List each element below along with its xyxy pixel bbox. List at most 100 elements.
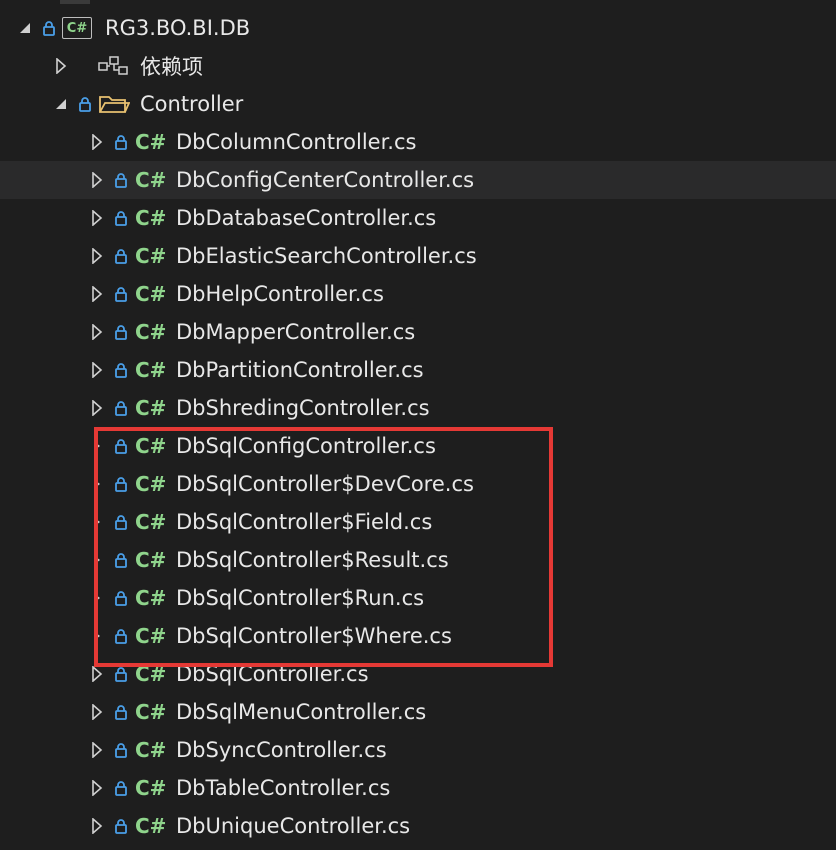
dependencies-icon [96, 47, 130, 85]
csharp-file-icon: C# [135, 510, 167, 534]
collapsed-arrow-icon[interactable] [88, 655, 106, 693]
csharp-project-icon: C# [62, 17, 92, 39]
file-item[interactable]: C# DbSqlController$Result.cs [0, 541, 836, 579]
lock-icon [114, 769, 128, 807]
file-item[interactable]: C# DbSqlController$Field.cs [0, 503, 836, 541]
small-arrow-icon[interactable] [94, 427, 102, 465]
csharp-file-icon: C# [135, 320, 167, 344]
file-item[interactable]: C# DbColumnController.cs [0, 123, 836, 161]
file-name: DbSqlMenuController.cs [176, 700, 427, 724]
lock-icon [114, 465, 128, 503]
file-name: DbMapperController.cs [176, 320, 416, 344]
csharp-file-icon: C# [135, 168, 167, 192]
file-name: DbSqlController.cs [176, 662, 369, 686]
csharp-file-icon: C# [135, 244, 167, 268]
file-name: DbPartitionController.cs [176, 358, 424, 382]
csharp-file-icon: C# [135, 586, 167, 610]
open-folder-icon [97, 85, 131, 123]
file-name: DbSqlController$Where.cs [176, 624, 452, 648]
file-item[interactable]: C# DbSqlMenuController.cs [0, 693, 836, 731]
collapsed-arrow-icon[interactable] [88, 123, 106, 161]
lock-icon [114, 617, 128, 655]
lock-icon [114, 693, 128, 731]
small-arrow-icon[interactable] [94, 579, 102, 617]
file-item[interactable]: C# DbSyncController.cs [0, 731, 836, 769]
collapsed-arrow-icon[interactable] [88, 731, 106, 769]
file-item[interactable]: C# DbSqlController$DevCore.cs [0, 465, 836, 503]
file-item[interactable]: C# DbSqlConfigController.cs [0, 427, 836, 465]
collapsed-arrow-icon[interactable] [88, 807, 106, 845]
file-item[interactable]: C# DbMapperController.cs [0, 313, 836, 351]
lock-icon [114, 427, 128, 465]
lock-icon [114, 579, 128, 617]
file-name: DbUniqueController.cs [176, 814, 411, 838]
small-arrow-icon[interactable] [94, 503, 102, 541]
csharp-file-icon: C# [135, 624, 167, 648]
project-name: RG3.BO.BI.DB [105, 16, 251, 40]
file-item-selected[interactable]: C# DbConfigCenterController.cs [0, 161, 836, 199]
file-item[interactable]: C# DbSqlController$Run.cs [0, 579, 836, 617]
folder-label: Controller [140, 92, 244, 116]
collapsed-arrow-icon[interactable] [88, 275, 106, 313]
lock-icon [78, 85, 92, 123]
csharp-file-icon: C# [135, 434, 167, 458]
dependencies-node[interactable]: 依赖项 [0, 47, 836, 85]
small-arrow-icon[interactable] [94, 617, 102, 655]
file-name: DbSyncController.cs [176, 738, 387, 762]
file-item[interactable]: C# DbSqlController.cs [0, 655, 836, 693]
csharp-file-icon: C# [135, 814, 167, 838]
controller-folder-node[interactable]: Controller [0, 85, 836, 123]
csharp-file-icon: C# [135, 738, 167, 762]
file-name: DbSqlController$DevCore.cs [176, 472, 474, 496]
csharp-file-icon: C# [135, 700, 167, 724]
expanded-arrow-icon[interactable] [52, 85, 70, 123]
file-item[interactable]: C# DbPartitionController.cs [0, 351, 836, 389]
collapsed-arrow-icon[interactable] [88, 313, 106, 351]
collapsed-arrow-icon[interactable] [88, 389, 106, 427]
lock-icon [114, 313, 128, 351]
lock-icon [114, 503, 128, 541]
lock-icon [114, 389, 128, 427]
file-name: DbConfigCenterController.cs [176, 168, 475, 192]
csharp-file-icon: C# [135, 776, 167, 800]
lock-icon [114, 237, 128, 275]
file-item[interactable]: C# DbShredingController.cs [0, 389, 836, 427]
csharp-file-icon: C# [135, 662, 167, 686]
file-name: DbSqlController$Run.cs [176, 586, 425, 610]
csharp-file-icon: C# [135, 130, 167, 154]
lock-icon [114, 161, 128, 199]
file-item[interactable]: C# DbHelpController.cs [0, 275, 836, 313]
lock-icon [114, 199, 128, 237]
collapsed-arrow-icon[interactable] [88, 199, 106, 237]
file-name: DbHelpController.cs [176, 282, 384, 306]
csharp-file-icon: C# [135, 206, 167, 230]
lock-icon [114, 807, 128, 845]
lock-icon [114, 731, 128, 769]
small-arrow-icon[interactable] [94, 465, 102, 503]
file-item[interactable]: C# DbTableController.cs [0, 769, 836, 807]
collapsed-arrow-icon[interactable] [88, 693, 106, 731]
expanded-arrow-icon[interactable] [16, 9, 34, 47]
collapsed-arrow-icon[interactable] [52, 47, 70, 85]
collapsed-arrow-icon[interactable] [88, 351, 106, 389]
collapsed-arrow-icon[interactable] [88, 237, 106, 275]
file-name: DbSqlController$Result.cs [176, 548, 449, 572]
lock-icon [42, 9, 56, 47]
file-name: DbElasticSearchController.cs [176, 244, 477, 268]
file-name: DbTableController.cs [176, 776, 391, 800]
small-arrow-icon[interactable] [94, 541, 102, 579]
lock-icon [114, 655, 128, 693]
file-item[interactable]: C# DbUniqueController.cs [0, 807, 836, 845]
lock-icon [114, 275, 128, 313]
csharp-file-icon: C# [135, 396, 167, 420]
csharp-file-icon: C# [135, 358, 167, 382]
project-node[interactable]: C# RG3.BO.BI.DB [0, 9, 836, 47]
file-item[interactable]: C# DbElasticSearchController.cs [0, 237, 836, 275]
collapsed-arrow-icon[interactable] [88, 161, 106, 199]
file-item[interactable]: C# DbDatabaseController.cs [0, 199, 836, 237]
lock-icon [114, 351, 128, 389]
collapsed-arrow-icon[interactable] [88, 769, 106, 807]
csharp-file-icon: C# [135, 472, 167, 496]
file-name: DbShredingController.cs [176, 396, 430, 420]
file-item[interactable]: C# DbSqlController$Where.cs [0, 617, 836, 655]
